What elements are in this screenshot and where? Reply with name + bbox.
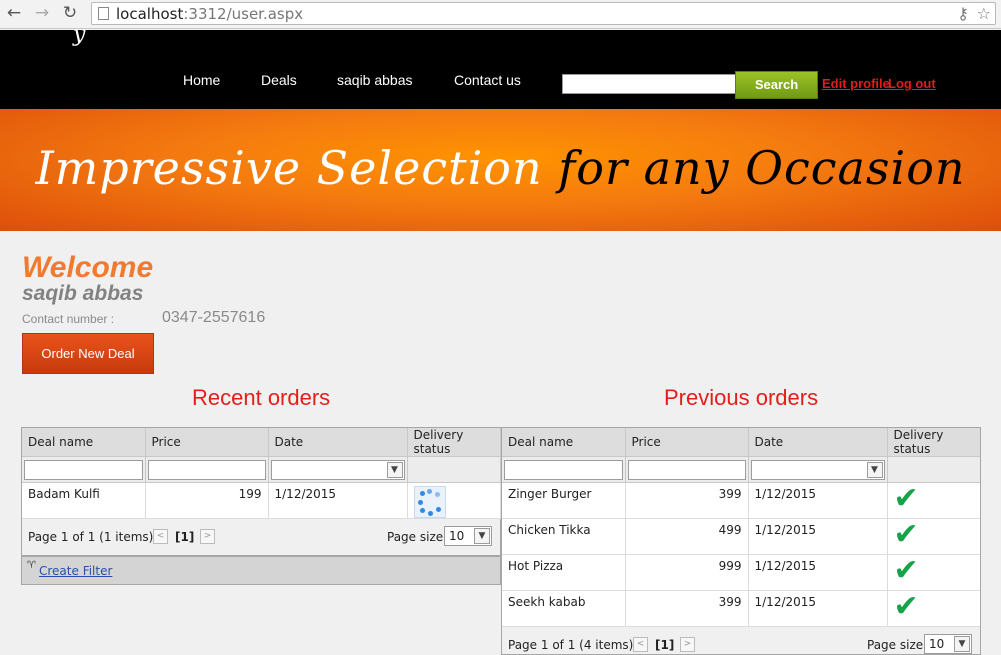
- logo[interactable]: y: [73, 22, 85, 47]
- next-page-icon[interactable]: >: [680, 637, 695, 652]
- column-header-date[interactable]: Date: [748, 428, 888, 457]
- order-new-deal-button[interactable]: Order New Deal: [22, 333, 154, 374]
- address-bar[interactable]: localhost:3312/user.aspx ⚷ ☆: [91, 2, 996, 25]
- delivered-check-icon: ✔: [893, 553, 919, 588]
- pager-summary: Page 1 of 1 (1 items): [28, 530, 154, 544]
- table-row[interactable]: Chicken Tikka 499 1/12/2015 ✔: [502, 517, 980, 555]
- nav-home[interactable]: Home: [183, 72, 220, 88]
- delivered-check-icon: ✔: [893, 517, 919, 552]
- page-size-select[interactable]: 10 ▼: [444, 526, 492, 546]
- chevron-down-icon[interactable]: ▼: [866, 461, 883, 478]
- page-size-label: Page size:: [387, 530, 448, 544]
- filter-date-dropdown[interactable]: ▼: [270, 459, 405, 480]
- table-row[interactable]: Badam Kulfi 199 1/12/2015: [22, 482, 501, 519]
- column-header-date[interactable]: Date: [268, 428, 408, 457]
- column-header-deal-name[interactable]: Deal name: [502, 428, 626, 457]
- nav-user[interactable]: saqib abbas: [337, 72, 413, 88]
- contact-number: 0347-2557616: [162, 309, 266, 326]
- filter-price-input[interactable]: [627, 459, 746, 480]
- url-text: localhost:3312/user.aspx: [116, 5, 304, 23]
- column-header-price[interactable]: Price: [625, 428, 749, 457]
- site-header: y Home Deals saqib abbas Contact us Sear…: [0, 22, 1001, 109]
- prev-page-icon[interactable]: <: [633, 637, 648, 652]
- table-row[interactable]: Hot Pizza 999 1/12/2015 ✔: [502, 553, 980, 591]
- filter-icon: ♈: [27, 560, 36, 571]
- column-header-price[interactable]: Price: [145, 428, 269, 457]
- create-filter-link[interactable]: Create Filter: [39, 564, 112, 578]
- edit-profile-link[interactable]: Edit profile: [822, 76, 890, 91]
- column-header-deal-name[interactable]: Deal name: [22, 428, 146, 457]
- delivered-check-icon: ✔: [893, 589, 919, 624]
- filter-price-input[interactable]: [147, 459, 266, 480]
- previous-orders-title: Previous orders: [664, 385, 819, 410]
- filter-deal-name-input[interactable]: [504, 459, 623, 480]
- current-page[interactable]: [1]: [175, 530, 194, 544]
- browser-toolbar: ← → ↻ localhost:3312/user.aspx ⚷ ☆: [0, 0, 1001, 29]
- key-icon[interactable]: ⚷: [957, 4, 969, 23]
- filter-date-dropdown[interactable]: ▼: [750, 459, 885, 480]
- nav-deals[interactable]: Deals: [261, 72, 297, 88]
- delivered-check-icon: ✔: [893, 481, 919, 516]
- chevron-down-icon[interactable]: ▼: [386, 461, 403, 478]
- current-page[interactable]: [1]: [655, 638, 674, 652]
- column-header-delivery-status[interactable]: Delivery status: [407, 428, 501, 457]
- forward-icon[interactable]: →: [32, 3, 52, 23]
- search-input[interactable]: [562, 74, 736, 94]
- back-icon[interactable]: ←: [4, 3, 24, 23]
- contact-label: Contact number :: [22, 312, 115, 326]
- previous-orders-grid: Deal name Price Date Delivery status ▼ Z…: [501, 427, 981, 655]
- filter-bar: ♈ Create Filter: [21, 556, 501, 585]
- page-size-select[interactable]: 10 ▼: [924, 634, 972, 654]
- recent-orders-grid: Deal name Price Date Delivery status ▼ B…: [21, 427, 501, 556]
- chevron-down-icon[interactable]: ▼: [954, 636, 970, 652]
- search-button[interactable]: Search: [735, 71, 818, 99]
- loading-spinner-icon: [413, 486, 446, 518]
- page-icon: [98, 7, 109, 20]
- banner-slogan: Impressive Selection for any Occasion: [35, 141, 966, 195]
- user-name: saqib abbas: [22, 282, 144, 305]
- pager-summary: Page 1 of 1 (4 items): [508, 638, 634, 652]
- recent-orders-title: Recent orders: [192, 385, 331, 410]
- chevron-down-icon[interactable]: ▼: [474, 528, 490, 544]
- table-row[interactable]: Zinger Burger 399 1/12/2015 ✔: [502, 481, 980, 519]
- page-size-label: Page size:: [867, 638, 928, 652]
- previous-pager: Page 1 of 1 (4 items) < [1] > Page size:…: [502, 627, 980, 654]
- recent-pager: Page 1 of 1 (1 items) < [1] > Page size:…: [22, 519, 500, 555]
- welcome-heading: Welcome: [22, 251, 154, 284]
- table-row[interactable]: Seekh kabab 399 1/12/2015 ✔: [502, 589, 980, 627]
- next-page-icon[interactable]: >: [200, 529, 215, 544]
- column-header-delivery-status[interactable]: Delivery status: [887, 428, 980, 457]
- reload-icon[interactable]: ↻: [60, 3, 80, 23]
- star-icon[interactable]: ☆: [977, 4, 991, 23]
- logout-link[interactable]: Log out: [888, 76, 936, 91]
- prev-page-icon[interactable]: <: [153, 529, 168, 544]
- filter-deal-name-input[interactable]: [24, 459, 143, 480]
- nav-contact[interactable]: Contact us: [454, 72, 521, 88]
- hero-banner: Impressive Selection for any Occasion: [0, 109, 1001, 231]
